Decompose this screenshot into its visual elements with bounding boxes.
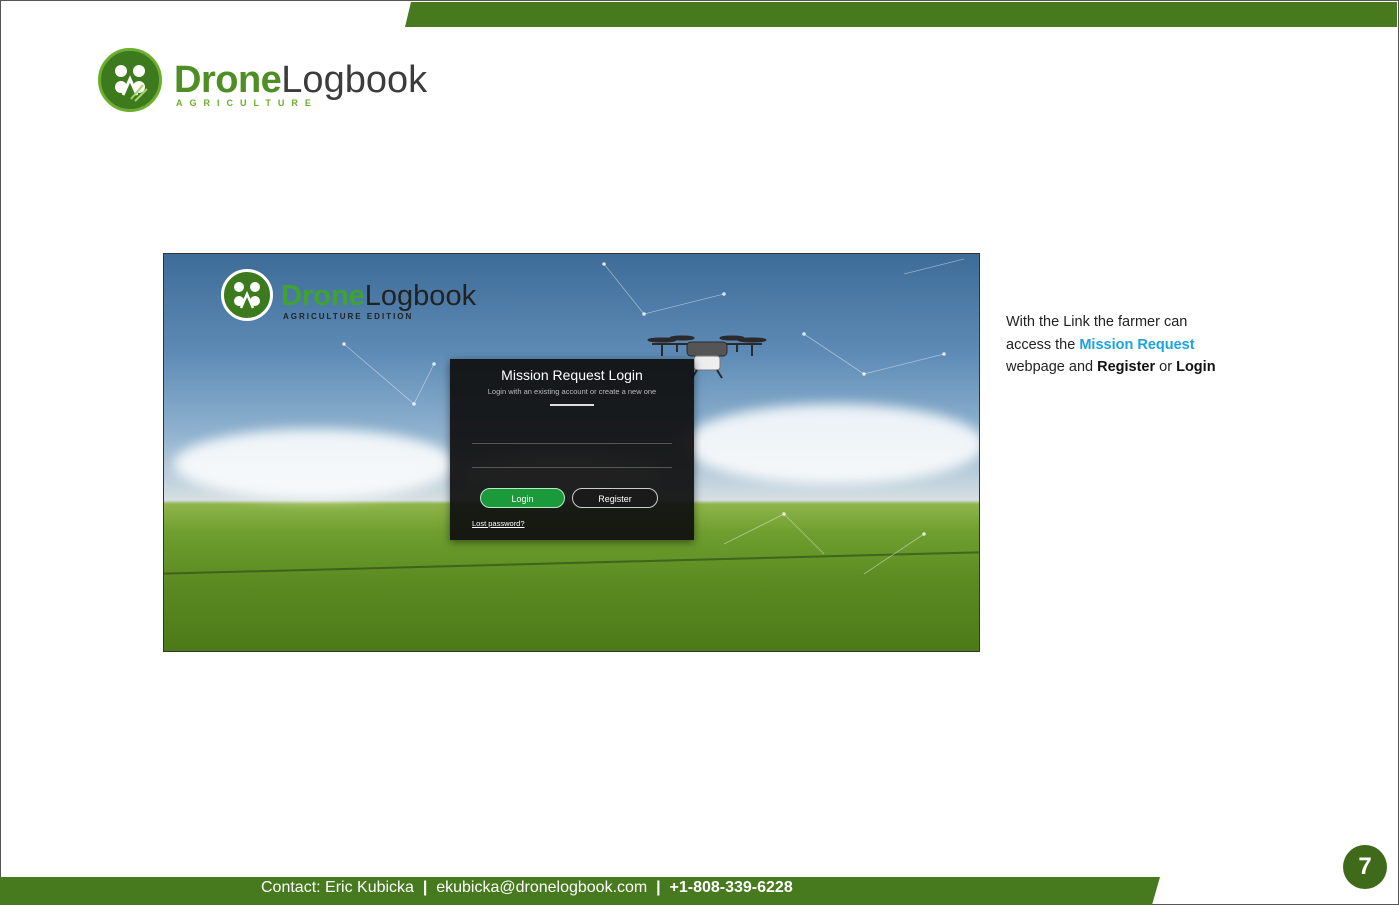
contact-email: ekubicka@dronelogbook.com — [436, 879, 648, 896]
contact-phone: +1-808-339-6228 — [669, 879, 793, 896]
top-accent-bar — [405, 2, 1397, 27]
screenshot-logo-logbook-text: Logbook — [364, 280, 477, 312]
desc-line-1: With the Link the farmer can — [1006, 314, 1188, 330]
footer-contact: Contact: Eric Kubicka | ekubicka@dronelo… — [261, 877, 793, 905]
login-dialog: Mission Request Login Login with an exis… — [450, 359, 694, 540]
desc-line-3: webpage and Register or Login — [1006, 356, 1246, 379]
username-field[interactable] — [472, 443, 672, 444]
contact-name: Contact: Eric Kubicka — [261, 879, 414, 896]
login-word: Login — [1176, 359, 1216, 375]
logo-logbook-text: Logbook — [281, 59, 428, 101]
mission-request-link-text: Mission Request — [1079, 336, 1195, 353]
lost-password-link[interactable]: Lost password? — [472, 519, 525, 528]
footer-sep-1: | — [413, 879, 437, 896]
register-button[interactable]: Register — [572, 488, 658, 508]
drone-logo-icon — [221, 269, 273, 321]
screenshot-logo-subtitle: AGRICULTURE EDITION — [283, 312, 414, 321]
login-subtitle: Login with an existing account or create… — [487, 387, 657, 396]
screenshot-logo-drone-text: Drone — [281, 280, 365, 312]
logo-drone-text: Drone — [174, 59, 282, 101]
login-title: Mission Request Login — [501, 367, 643, 383]
title-underline — [550, 404, 594, 406]
page-number-badge: 7 — [1343, 845, 1387, 889]
or-word: or — [1155, 359, 1177, 375]
register-word: Register — [1097, 359, 1156, 375]
drone-logo-icon — [98, 48, 162, 112]
desc-line-3-prefix: webpage and — [1006, 359, 1098, 375]
desc-line-2: access the Mission Request — [1006, 334, 1246, 357]
login-page-screenshot: DroneLogbook AGRICULTURE EDITION Mission… — [163, 253, 980, 652]
logo-subtitle: AGRICULTURE — [176, 98, 318, 108]
password-field[interactable] — [472, 467, 672, 468]
footer-sep-2: | — [647, 879, 670, 896]
desc-line-2-prefix: access the — [1006, 336, 1080, 353]
description-text: With the Link the farmer can access the … — [1006, 311, 1246, 379]
login-button[interactable]: Login — [480, 488, 565, 508]
